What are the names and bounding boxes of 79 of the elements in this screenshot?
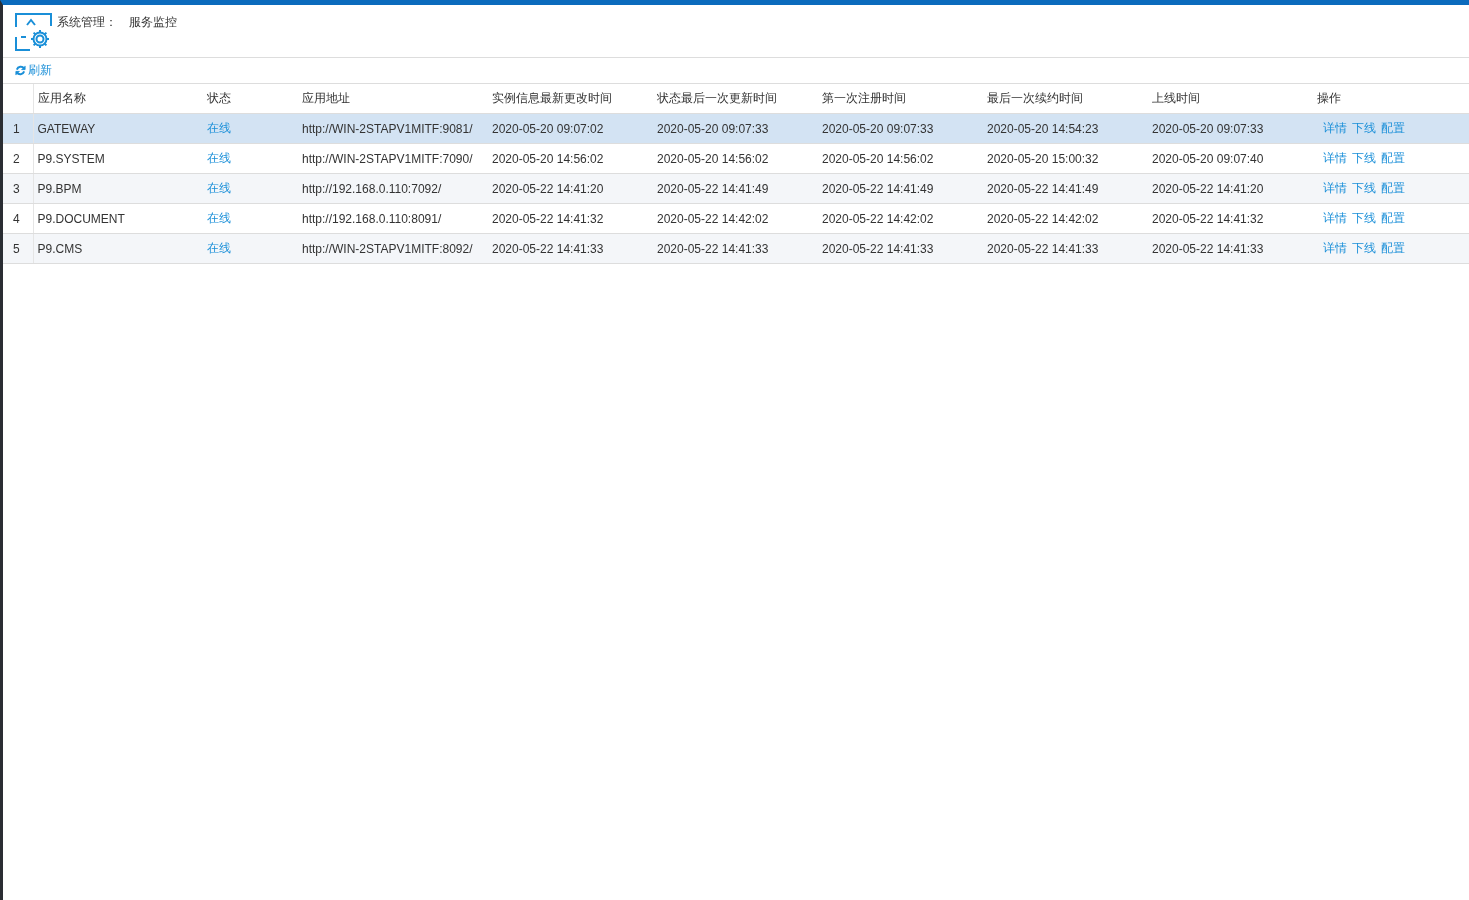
- table-cell: http://WIN-2STAPV1MITF:8092/: [302, 241, 473, 256]
- table-cell: P9.CMS: [37, 241, 83, 256]
- refresh-button[interactable]: 刷新: [15, 62, 52, 79]
- table-cell: http://WIN-2STAPV1MITF:7090/: [302, 151, 473, 166]
- row-number: 3: [13, 181, 20, 196]
- table-cell: 2020-05-22 14:42:02: [657, 211, 769, 226]
- column-header: 应用名称: [37, 91, 86, 105]
- action-link[interactable]: 下线: [1352, 151, 1376, 165]
- table-cell: 2020-05-20 14:56:02: [822, 151, 934, 166]
- table-cell: 2020-05-20 14:54:23: [987, 121, 1099, 136]
- row-number: 1: [13, 121, 20, 136]
- table-row[interactable]: 2 P9.SYSTEM 在线 http://WIN-2STAPV1MITF:7090/ 2020-05-20 14:56:02 2020-05-20 14:56:02 2020-05-20 14:56:02 2020-05-20 15:00:32 2020-05-20 09:07:40 详情 下线 配置: [3, 143, 1469, 174]
- table-row[interactable]: 4 P9.DOCUMENT 在线 http://192.168.0.110:8091/ 2020-05-22 14:41:32 2020-05-22 14:42:02 2020-05-22 14:42:02 2020-05-22 14:42:02 2020-05-22 14:41:32 详情 下线 配置: [3, 203, 1469, 234]
- column-header: 上线时间: [1152, 91, 1200, 105]
- action-link[interactable]: 详情: [1323, 151, 1347, 165]
- action-link[interactable]: 详情: [1323, 121, 1347, 135]
- table-cell: GATEWAY: [37, 121, 96, 136]
- table-cell: 2020-05-22 14:41:49: [657, 181, 769, 196]
- breadcrumb-title: 系统管理：: [57, 14, 117, 31]
- page-title: 服务监控: [129, 14, 177, 31]
- column-header: 最后一次续约时间: [987, 91, 1083, 105]
- row-number: 2: [13, 151, 20, 166]
- table-cell: 2020-05-22 14:41:33: [492, 241, 604, 256]
- table-row[interactable]: 5 P9.CMS 在线 http://WIN-2STAPV1MITF:8092/ 2020-05-22 14:41:33 2020-05-22 14:41:33 2020-05-22 14:41:33 2020-05-22 14:41:33 2020-05-22 14:41:33 详情 下线 配置: [3, 233, 1469, 264]
- refresh-icon: [15, 65, 26, 76]
- column-header: 应用地址: [302, 91, 350, 105]
- column-header: 状态: [207, 91, 231, 105]
- status-link[interactable]: 在线: [207, 151, 231, 165]
- column-header: 操作: [1317, 91, 1341, 105]
- table-cell: 2020-05-20 14:56:02: [492, 151, 604, 166]
- table-cell: 2020-05-22 14:41:32: [1152, 211, 1264, 226]
- table-cell: 2020-05-20 09:07:33: [657, 121, 769, 136]
- action-link[interactable]: 详情: [1323, 241, 1347, 255]
- table-cell: 2020-05-22 14:41:33: [987, 241, 1099, 256]
- action-link[interactable]: 下线: [1352, 241, 1376, 255]
- row-number: 5: [13, 241, 20, 256]
- table-cell: http://192.168.0.110:8091/: [302, 211, 442, 226]
- table-cell: P9.DOCUMENT: [37, 211, 125, 226]
- action-link[interactable]: 配置: [1381, 181, 1405, 195]
- table-cell: 2020-05-22 14:42:02: [822, 211, 934, 226]
- table-cell: 2020-05-22 14:41:20: [1152, 181, 1264, 196]
- table-row[interactable]: 3 P9.BPM 在线 http://192.168.0.110:7092/ 2020-05-22 14:41:20 2020-05-22 14:41:49 2020-05-22 14:41:49 2020-05-22 14:41:49 2020-05-22 14:41:20 详情 下线 配置: [3, 173, 1469, 204]
- status-link[interactable]: 在线: [207, 241, 231, 255]
- action-link[interactable]: 配置: [1381, 151, 1405, 165]
- status-link[interactable]: 在线: [207, 211, 231, 225]
- action-link[interactable]: 配置: [1381, 241, 1405, 255]
- table-cell: 2020-05-22 14:41:33: [822, 241, 934, 256]
- action-link[interactable]: 下线: [1352, 211, 1376, 225]
- table-cell: 2020-05-20 14:56:02: [657, 151, 769, 166]
- table-cell: P9.SYSTEM: [37, 151, 105, 166]
- action-link[interactable]: 详情: [1323, 211, 1347, 225]
- column-header: 实例信息最新更改时间: [492, 91, 612, 105]
- status-link[interactable]: 在线: [207, 121, 231, 135]
- table-cell: 2020-05-22 14:42:02: [987, 211, 1099, 226]
- table-cell: http://192.168.0.110:7092/: [302, 181, 442, 196]
- action-link[interactable]: 配置: [1381, 211, 1405, 225]
- table-row[interactable]: 1 GATEWAY 在线 http://WIN-2STAPV1MITF:9081/ 2020-05-20 09:07:02 2020-05-20 09:07:33 2020-05-20 09:07:33 2020-05-20 14:54:23 2020-05-20 09:07:33 详情 下线 配置: [3, 113, 1469, 144]
- table-cell: 2020-05-22 14:41:49: [822, 181, 934, 196]
- table-cell: 2020-05-22 14:41:49: [987, 181, 1099, 196]
- column-header: 状态最后一次更新时间: [657, 91, 777, 105]
- table-cell: http://WIN-2STAPV1MITF:9081/: [302, 121, 473, 136]
- table-cell: 2020-05-20 09:07:33: [822, 121, 934, 136]
- column-header: 第一次注册时间: [822, 91, 906, 105]
- table-cell: 2020-05-22 14:41:20: [492, 181, 604, 196]
- monitor-gear-icon: [15, 13, 53, 51]
- table-cell: P9.BPM: [37, 181, 82, 196]
- status-link[interactable]: 在线: [207, 181, 231, 195]
- table-cell: 2020-05-22 14:41:33: [657, 241, 769, 256]
- action-link[interactable]: 详情: [1323, 181, 1347, 195]
- action-link[interactable]: 下线: [1352, 121, 1376, 135]
- table-cell: 2020-05-22 14:41:32: [492, 211, 604, 226]
- table-cell: 2020-05-20 09:07:02: [492, 121, 604, 136]
- table-cell: 2020-05-20 09:07:40: [1152, 151, 1264, 166]
- table-cell: 2020-05-20 15:00:32: [987, 151, 1099, 166]
- action-link[interactable]: 下线: [1352, 181, 1376, 195]
- row-number: 4: [13, 211, 20, 226]
- table-cell: 2020-05-20 09:07:33: [1152, 121, 1264, 136]
- action-link[interactable]: 配置: [1381, 121, 1405, 135]
- table-cell: 2020-05-22 14:41:33: [1152, 241, 1264, 256]
